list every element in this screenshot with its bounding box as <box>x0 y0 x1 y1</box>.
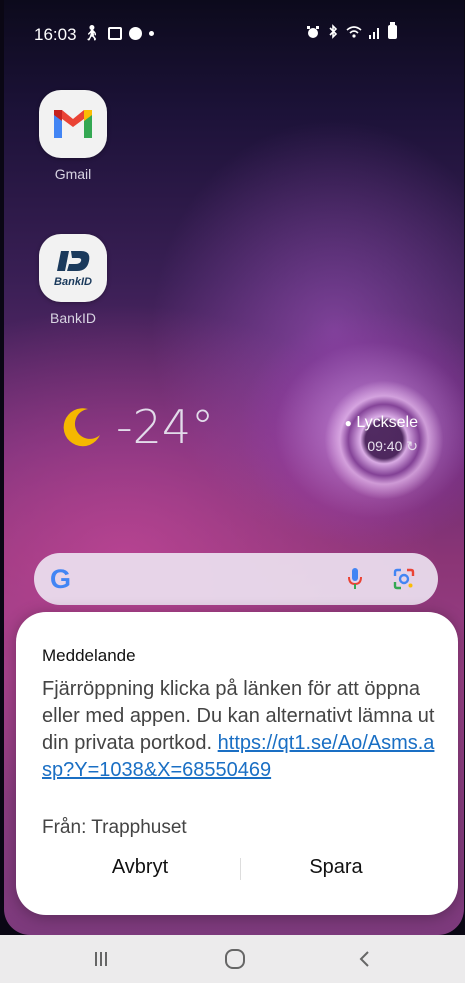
wifi-icon <box>346 25 362 38</box>
status-icons-left: 🚶︎ <box>82 24 155 42</box>
weather-location: ● Lycksele 09:40 ↻ <box>318 414 418 455</box>
back-icon <box>359 951 369 967</box>
app-label-bankid: BankID <box>50 310 96 326</box>
app-label-gmail: Gmail <box>54 166 92 182</box>
home-icon <box>225 949 245 969</box>
weather-widget[interactable]: -24° <box>60 400 214 454</box>
battery-icon <box>388 21 397 39</box>
bluetooth-icon <box>329 24 338 39</box>
weather-city-row: ● Lycksele <box>318 414 418 432</box>
image-icon <box>108 26 123 40</box>
moon-icon <box>63 408 100 447</box>
dialog-title: Meddelande <box>42 646 136 665</box>
google-lens-icon[interactable] <box>392 567 416 591</box>
bankid-icon-text: BankID <box>54 276 92 288</box>
walking-icon: 🚶︎ <box>82 24 102 42</box>
cancel-button[interactable]: Avbryt <box>40 856 240 879</box>
save-button[interactable]: Spara <box>236 856 436 879</box>
gmail-icon <box>39 90 107 158</box>
app-gmail[interactable]: Gmail <box>28 90 118 182</box>
app-bankid[interactable]: BankID BankID <box>28 234 118 326</box>
back-button[interactable] <box>350 945 380 973</box>
dialog-sender: Från: Trapphuset <box>42 817 187 838</box>
navigation-bar <box>0 935 465 983</box>
message-dialog: Meddelande Fjärröppning klicka på länken… <box>16 612 458 915</box>
status-bar: 16:03 🚶︎ <box>0 0 465 70</box>
signal-icon <box>369 27 379 39</box>
recents-icon <box>95 952 107 966</box>
mic-icon[interactable] <box>346 567 364 591</box>
face-icon <box>129 26 143 40</box>
bankid-icon: BankID <box>39 234 107 302</box>
location-pin-icon: ● <box>344 416 352 430</box>
status-time: 16:03 <box>34 25 77 44</box>
recents-button[interactable] <box>86 945 116 973</box>
refresh-icon[interactable]: ↻ <box>406 438 418 454</box>
alarm-icon <box>307 25 319 38</box>
weather-time-row: 09:40 ↻ <box>318 438 418 455</box>
home-button[interactable] <box>220 945 250 973</box>
google-logo-icon: G <box>50 564 72 594</box>
weather-temperature: -24° <box>116 400 215 454</box>
dot-icon <box>149 30 155 36</box>
google-search-bar[interactable]: G <box>34 553 438 605</box>
weather-updated-time: 09:40 <box>367 438 403 454</box>
weather-city: Lycksele <box>356 414 418 431</box>
status-icons-right <box>306 21 397 39</box>
dialog-body: Fjärröppning klicka på länken för att öp… <box>42 676 442 784</box>
